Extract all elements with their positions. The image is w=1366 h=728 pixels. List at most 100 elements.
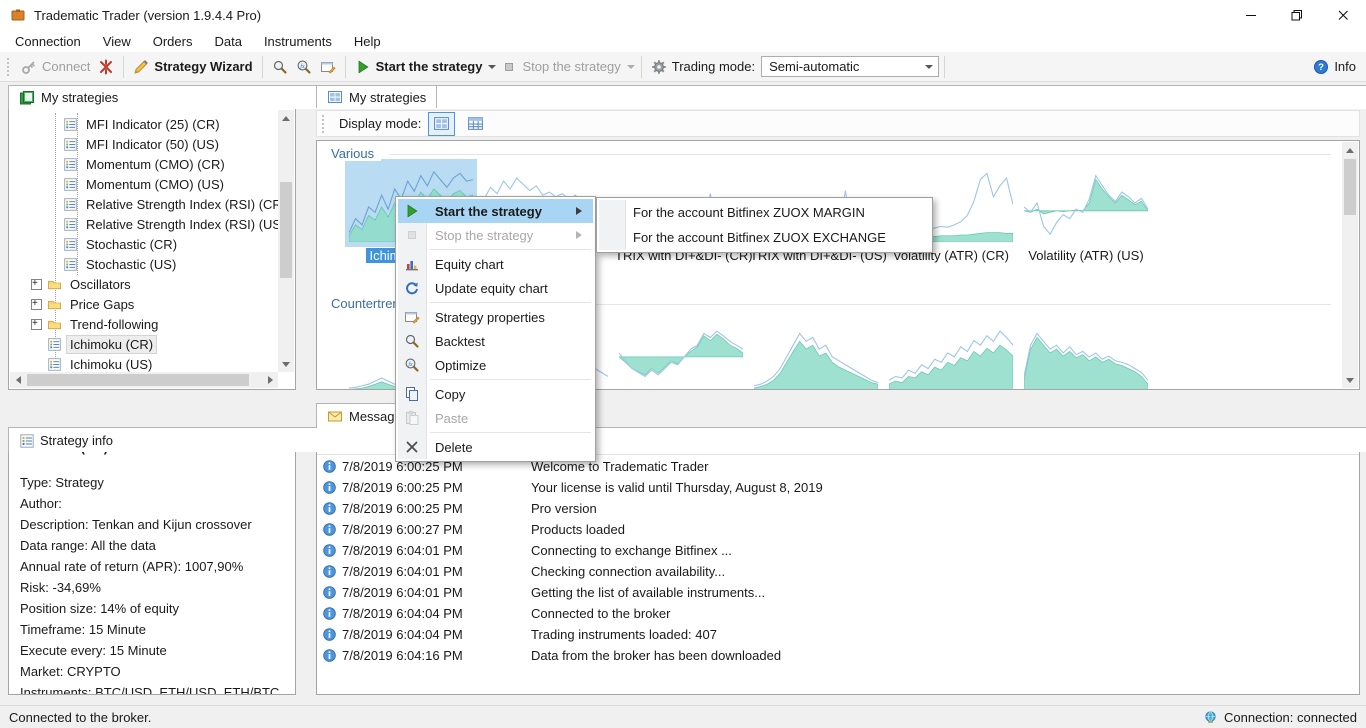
menubar-item[interactable]: View bbox=[92, 31, 142, 52]
tree-item[interactable]: Price Gaps bbox=[9, 294, 278, 314]
menubar-item[interactable]: Help bbox=[343, 31, 392, 52]
minimize-button[interactable] bbox=[1228, 0, 1274, 30]
strategy-thumbnail[interactable] bbox=[885, 309, 1017, 390]
strategy-wizard-button[interactable]: Strategy Wizard bbox=[129, 57, 256, 77]
tree-item[interactable]: Relative Strength Index (RSI) (CR) bbox=[9, 194, 278, 214]
menubar-item[interactable]: Connection bbox=[4, 31, 92, 52]
tree-item[interactable]: Momentum (CMO) (CR) bbox=[9, 154, 278, 174]
strategy-thumbnail-chart[interactable] bbox=[615, 309, 747, 390]
tree-item-label: Relative Strength Index (RSI) (CR) bbox=[83, 196, 278, 213]
context-menu-item[interactable]: Strategy properties bbox=[398, 305, 593, 329]
tree-item[interactable]: Stochastic (US) bbox=[9, 254, 278, 274]
display-mode-grid-button[interactable] bbox=[428, 112, 455, 136]
optimize-button[interactable]: fx bbox=[292, 57, 316, 77]
context-menu-item[interactable]: Equity chart bbox=[398, 252, 593, 276]
strategy-thumbnail-chart[interactable] bbox=[750, 309, 882, 390]
scrollbar-thumb[interactable] bbox=[280, 182, 292, 278]
scrollbar-thumb[interactable] bbox=[1344, 159, 1356, 215]
context-menu-item[interactable]: Delete bbox=[398, 435, 593, 459]
strategy-thumbnail[interactable] bbox=[1020, 309, 1152, 390]
context-menu-item[interactable]: Copy bbox=[398, 382, 593, 406]
close-button[interactable] bbox=[1320, 0, 1366, 30]
message-row[interactable]: 7/8/2019 6:04:04 PM Connected to the bro… bbox=[317, 603, 1359, 624]
context-menu-item[interactable]: Start the strategy bbox=[398, 199, 593, 223]
message-row[interactable]: 7/8/2019 6:04:04 PM Trading instruments … bbox=[317, 624, 1359, 645]
connect-button[interactable]: Connect bbox=[17, 57, 94, 77]
tab-strategy-info[interactable]: Strategy info bbox=[8, 427, 1366, 452]
tree-item[interactable]: Stochastic (CR) bbox=[9, 234, 278, 254]
tree-item-label: MFI Indicator (50) (US) bbox=[83, 136, 222, 153]
message-row[interactable]: 7/8/2019 6:00:27 PM Products loaded bbox=[317, 519, 1359, 540]
gear-icon bbox=[651, 59, 667, 75]
strategy-thumbnail-chart[interactable] bbox=[1020, 309, 1152, 390]
stop-icon bbox=[501, 59, 517, 75]
message-row[interactable]: 7/8/2019 6:04:01 PM Getting the list of … bbox=[317, 582, 1359, 603]
restore-button[interactable] bbox=[1274, 0, 1320, 30]
tree-item[interactable]: Ichimoku (CR) bbox=[9, 334, 278, 354]
tree-item[interactable]: Relative Strength Index (RSI) (US) bbox=[9, 214, 278, 234]
context-menu-item[interactable]: Update equity chart bbox=[398, 276, 593, 300]
display-mode-table-button[interactable] bbox=[462, 112, 489, 136]
tab-my-strategies-left[interactable]: My strategies bbox=[8, 85, 1366, 109]
submenu-item[interactable]: For the account Bitfinex ZUOX MARGIN bbox=[599, 200, 930, 225]
expand-toggle-icon[interactable] bbox=[31, 299, 42, 310]
menu-item-icon bbox=[398, 386, 426, 402]
message-row[interactable]: 7/8/2019 6:00:25 PM Your license is vali… bbox=[317, 477, 1359, 498]
context-menu-item[interactable]: Backtest bbox=[398, 329, 593, 353]
trading-mode-value: Semi-automatic bbox=[769, 59, 859, 74]
strategy-thumbnail[interactable] bbox=[750, 309, 882, 390]
strategy-thumbnail-chart[interactable] bbox=[1020, 159, 1152, 247]
context-menu-item[interactable]: Stop the strategy bbox=[398, 223, 593, 247]
scroll-right-arrow[interactable] bbox=[262, 372, 278, 388]
strategy-thumbnail-chart[interactable] bbox=[885, 309, 1017, 390]
context-menu-item[interactable]: fx Optimize bbox=[398, 353, 593, 377]
message-text: Trading instruments loaded: 407 bbox=[524, 627, 717, 642]
tree-item[interactable]: MFI Indicator (50) (US) bbox=[9, 134, 278, 154]
info-icon bbox=[322, 501, 337, 516]
expand-toggle-icon[interactable] bbox=[31, 319, 42, 330]
start-strategy-button[interactable]: Start the strategy bbox=[351, 57, 487, 77]
scroll-down-arrow[interactable] bbox=[1342, 372, 1358, 388]
scroll-left-arrow[interactable] bbox=[10, 372, 26, 388]
info-icon bbox=[322, 480, 337, 495]
tab-label: Strategy info bbox=[40, 433, 113, 448]
properties-button[interactable] bbox=[316, 57, 340, 77]
message-row[interactable]: 7/8/2019 6:00:25 PM Pro version bbox=[317, 498, 1359, 519]
strategy-thumbnail[interactable] bbox=[615, 309, 747, 390]
message-row[interactable]: 7/8/2019 6:04:01 PM Connecting to exchan… bbox=[317, 540, 1359, 561]
menu-item-icon bbox=[398, 203, 426, 219]
stop-strategy-button[interactable]: Stop the strategy bbox=[497, 57, 624, 77]
start-strategy-dropdown[interactable] bbox=[488, 65, 496, 73]
menubar-item[interactable]: Data bbox=[203, 31, 252, 52]
expand-toggle-icon[interactable] bbox=[31, 279, 42, 290]
scroll-down-arrow[interactable] bbox=[278, 356, 294, 372]
tree-horizontal-scrollbar[interactable] bbox=[10, 372, 278, 388]
context-menu-item[interactable]: Paste bbox=[398, 406, 593, 430]
scrollbar-thumb[interactable] bbox=[27, 374, 249, 386]
grid-vertical-scrollbar[interactable] bbox=[1342, 142, 1358, 388]
menu-item-icon bbox=[398, 227, 426, 243]
tree-item[interactable]: Trend-following bbox=[9, 314, 278, 334]
menubar-item[interactable]: Orders bbox=[142, 31, 204, 52]
stop-strategy-dropdown[interactable] bbox=[627, 65, 635, 73]
scroll-up-arrow[interactable] bbox=[278, 110, 294, 126]
tree-item[interactable]: Ichimoku (US) bbox=[9, 354, 278, 374]
backtest-button[interactable] bbox=[268, 57, 292, 77]
main-tab[interactable]: My strategies bbox=[316, 85, 437, 108]
submenu-item[interactable]: For the account Bitfinex ZUOX EXCHANGE bbox=[599, 225, 930, 250]
message-row[interactable]: 7/8/2019 6:04:16 PM Data from the broker… bbox=[317, 645, 1359, 666]
trading-mode-select[interactable]: Semi-automatic bbox=[761, 56, 939, 77]
tree-item[interactable]: Oscillators bbox=[9, 274, 278, 294]
message-row[interactable]: 7/8/2019 6:04:01 PM Checking connection … bbox=[317, 561, 1359, 582]
menubar-item[interactable]: Instruments bbox=[253, 31, 343, 52]
tree-item[interactable]: Momentum (CMO) (US) bbox=[9, 174, 278, 194]
strategy-thumbnail[interactable]: Volatility (ATR) (US) bbox=[1020, 159, 1152, 265]
tree-vertical-scrollbar[interactable] bbox=[278, 110, 294, 372]
tree-item[interactable]: MFI Indicator (25) (CR) bbox=[9, 114, 278, 134]
disconnect-button[interactable] bbox=[94, 57, 118, 77]
tree-item-icon bbox=[47, 357, 62, 372]
menu-item-label: Backtest bbox=[426, 334, 485, 349]
tree-item-icon bbox=[63, 177, 78, 192]
scroll-up-arrow[interactable] bbox=[1342, 142, 1358, 158]
info-button[interactable]: ? Info bbox=[1309, 57, 1360, 77]
